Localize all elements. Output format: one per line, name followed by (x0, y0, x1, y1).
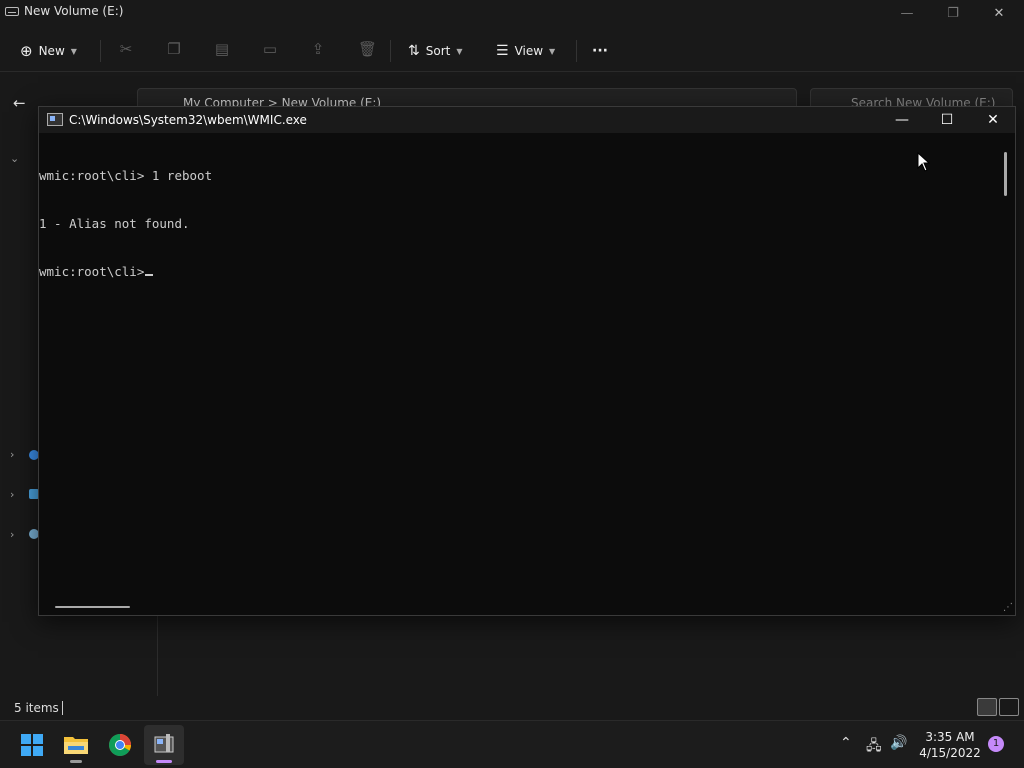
network-icon[interactable]: 🖧 (866, 735, 882, 759)
explorer-command-bar: ⊕ New ▼ ✂ ❐ ▤ ▭ ⇪ 🗑 ⇅ Sort ▼ ☰ View ▼ ··… (0, 30, 1024, 72)
explorer-minimize-button[interactable]: — (884, 0, 930, 28)
vertical-scroll-thumb[interactable] (1004, 152, 1007, 196)
view-list-icon: ☰ (496, 43, 509, 59)
explorer-titlebar[interactable]: New Volume (E:) — ❐ ✕ (0, 0, 1024, 28)
volume-icon[interactable]: 🔊 (890, 735, 907, 751)
more-icon: ··· (592, 43, 608, 59)
cut-icon[interactable]: ✂ (118, 40, 134, 58)
toolbar-divider (100, 40, 101, 62)
plus-circle-icon: ⊕ (20, 42, 33, 60)
explorer-close-button[interactable]: ✕ (976, 0, 1022, 28)
console-maximize-button[interactable]: ☐ (924, 107, 970, 133)
mouse-pointer-icon (917, 152, 931, 172)
show-hidden-icons-chevron-icon[interactable]: ⌃ (840, 735, 852, 751)
explorer-window-title: New Volume (E:) (24, 4, 124, 18)
chevron-down-icon[interactable]: ⌄ (10, 152, 19, 165)
text-cursor (145, 274, 154, 276)
share-icon[interactable]: ⇪ (310, 40, 326, 58)
sort-button[interactable]: ⇅ Sort ▼ (408, 38, 463, 64)
clock-time: 3:35 AM (925, 730, 975, 744)
vertical-scrollbar[interactable] (999, 137, 1011, 599)
explorer-restore-button[interactable]: ❐ (930, 0, 976, 28)
console-output[interactable]: wmic:root\cli> 1 reboot 1 - Alias not fo… (39, 136, 999, 599)
chevron-down-icon: ▼ (456, 46, 463, 56)
new-button[interactable]: ⊕ New ▼ (20, 38, 77, 64)
delete-icon[interactable]: 🗑 (358, 40, 377, 58)
wmic-console-window: C:\Windows\System32\wbem\WMIC.exe — ☐ ✕ … (38, 106, 1016, 616)
console-line: wmic:root\cli> 1 reboot (39, 168, 213, 183)
folder-icon (64, 737, 88, 754)
paste-icon[interactable]: ▤ (214, 40, 230, 58)
notification-badge[interactable]: 1 (988, 736, 1004, 752)
start-button[interactable] (12, 725, 52, 765)
wmic-taskbar-button[interactable] (144, 725, 184, 765)
console-window-title: C:\Windows\System32\wbem\WMIC.exe (69, 113, 307, 127)
view-button-label: View (514, 44, 544, 58)
console-close-button[interactable]: ✕ (970, 107, 1016, 133)
console-app-icon (47, 113, 63, 126)
console-line: 1 - Alias not found. (39, 216, 190, 231)
new-button-label: New (38, 44, 65, 58)
console-minimize-button[interactable]: — (879, 107, 925, 133)
back-arrow-icon[interactable]: ← (13, 94, 26, 112)
chrome-taskbar-button[interactable] (100, 725, 140, 765)
chevron-down-icon: ▼ (549, 46, 556, 56)
drive-icon (5, 7, 19, 16)
chevron-right-icon[interactable]: › (10, 448, 14, 461)
toolbar-divider (576, 40, 577, 62)
more-options-button[interactable]: ··· (592, 38, 608, 64)
chevron-right-icon[interactable]: › (10, 488, 14, 501)
horizontal-scrollbar[interactable] (39, 600, 999, 614)
active-indicator (156, 760, 172, 763)
rename-icon[interactable]: ▭ (262, 40, 278, 58)
status-divider (62, 701, 63, 715)
chevron-down-icon: ▼ (70, 46, 77, 56)
windows-logo-icon (21, 734, 43, 756)
file-explorer-taskbar-button[interactable] (56, 725, 96, 765)
running-indicator (70, 760, 82, 763)
copy-icon[interactable]: ❐ (166, 40, 182, 58)
item-count: 5 items (14, 701, 59, 715)
chevron-right-icon[interactable]: › (10, 528, 14, 541)
console-prompt: wmic:root\cli> (39, 264, 145, 279)
chrome-icon (109, 734, 131, 756)
horizontal-scroll-thumb[interactable] (55, 606, 130, 608)
resize-grip-icon[interactable]: ⋰ (1003, 603, 1013, 613)
taskbar-clock[interactable]: 3:35 AM 4/15/2022 (914, 729, 986, 761)
clock-date: 4/15/2022 (919, 746, 981, 760)
explorer-status-bar: 5 items (0, 696, 1024, 720)
wmic-app-icon (154, 734, 174, 753)
toolbar-divider (390, 40, 391, 62)
taskbar: ⌃ 🖧 🔊 3:35 AM 4/15/2022 1 (0, 720, 1024, 768)
sort-button-label: Sort (425, 44, 451, 58)
large-icons-view-icon[interactable] (999, 698, 1019, 716)
sort-icon: ⇅ (408, 43, 420, 59)
details-view-icon[interactable] (977, 698, 997, 716)
console-titlebar[interactable]: C:\Windows\System32\wbem\WMIC.exe — ☐ ✕ (39, 107, 1015, 133)
view-button[interactable]: ☰ View ▼ (496, 38, 555, 64)
console-prompt-line[interactable]: wmic:root\cli> (39, 264, 999, 280)
